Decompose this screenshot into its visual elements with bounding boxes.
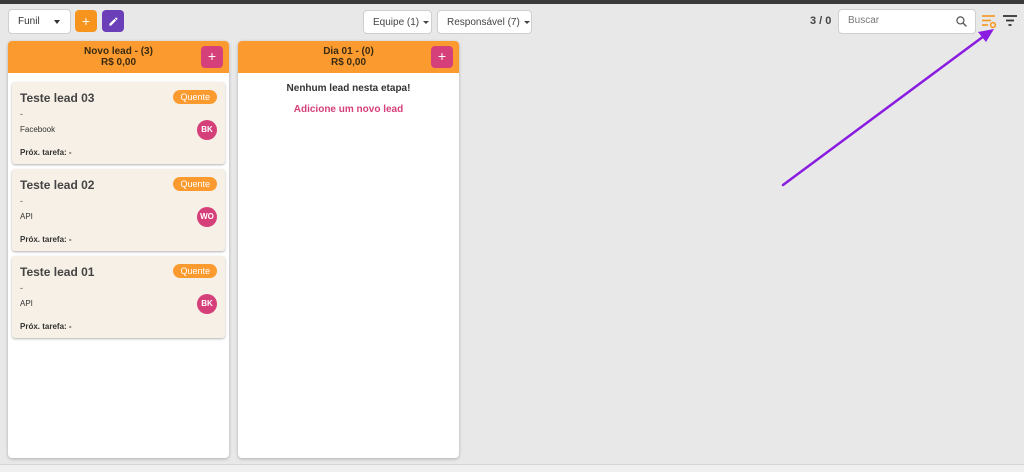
plus-icon: + <box>81 13 91 29</box>
column-amount: R$ 0,00 <box>100 57 137 68</box>
owner-filter-label: Responsável (7) <box>447 16 520 28</box>
next-task: Próx. tarefa: - <box>20 322 72 331</box>
kanban-column-dia-01: Dia 01 - (0) R$ 0,00 + Nenhum lead nesta… <box>238 41 459 458</box>
edit-funnel-button[interactable] <box>102 10 124 32</box>
search-icon[interactable] <box>955 15 968 28</box>
lead-counter: 3 / 0 <box>810 15 832 27</box>
empty-stage-message: Nenhum lead nesta etapa! <box>286 83 411 94</box>
caret-down-icon <box>423 20 430 24</box>
funnel-select-label: Funil <box>18 16 40 27</box>
search-input[interactable] <box>848 15 956 26</box>
lead-title: Teste lead 03 <box>20 91 95 105</box>
temperature-badge: Quente <box>173 177 217 191</box>
temperature-badge: Quente <box>173 264 217 278</box>
lead-source: API <box>20 212 33 221</box>
temperature-badge: Quente <box>173 90 217 104</box>
column-title: Novo lead - (3) <box>84 46 153 57</box>
avatar[interactable]: BK <box>197 120 217 140</box>
column-amount: R$ 0,00 <box>330 57 367 68</box>
next-task: Próx. tarefa: - <box>20 235 72 244</box>
lead-card[interactable]: Teste lead 02 Quente - API WO Próx. tare… <box>12 169 225 251</box>
funnel-select[interactable]: Funil <box>8 9 71 34</box>
window-top-strip <box>0 0 1024 4</box>
team-filter-dropdown[interactable]: Equipe (1) <box>363 10 432 34</box>
avatar[interactable]: BK <box>197 294 217 314</box>
add-new-lead-link[interactable]: Adicione um novo lead <box>238 104 459 115</box>
next-task: Próx. tarefa: - <box>20 148 72 157</box>
lead-source: Facebook <box>20 125 56 134</box>
add-lead-button[interactable]: + <box>201 46 223 68</box>
lead-title: Teste lead 01 <box>20 265 95 279</box>
caret-down-icon <box>54 20 60 24</box>
column-header: Novo lead - (3) R$ 0,00 + <box>8 41 229 73</box>
caret-down-icon <box>523 20 530 24</box>
team-filter-label: Equipe (1) <box>373 16 420 28</box>
filter-icon[interactable] <box>1003 15 1017 27</box>
avatar[interactable]: WO <box>197 207 217 227</box>
lead-title: Teste lead 02 <box>20 178 95 192</box>
lead-detail: - <box>20 283 23 293</box>
lead-card[interactable]: Teste lead 01 Quente - API BK Próx. tare… <box>12 256 225 338</box>
lead-source: API <box>20 299 33 308</box>
lead-detail: - <box>20 196 23 206</box>
column-header: Dia 01 - (0) R$ 0,00 + <box>238 41 459 73</box>
owner-filter-dropdown[interactable]: Responsável (7) <box>437 10 532 34</box>
kanban-column-novo-lead: Novo lead - (3) R$ 0,00 + Teste lead 03 … <box>8 41 229 458</box>
sort-settings-icon[interactable] <box>981 13 997 29</box>
add-funnel-button[interactable]: + <box>75 10 97 32</box>
pencil-icon <box>108 16 118 26</box>
lead-detail: - <box>20 109 23 119</box>
horizontal-scrollbar[interactable] <box>0 464 1024 472</box>
search-box[interactable] <box>838 9 976 34</box>
column-title: Dia 01 - (0) <box>323 46 374 57</box>
lead-card[interactable]: Teste lead 03 Quente - Facebook BK Próx.… <box>12 82 225 164</box>
add-lead-button[interactable]: + <box>431 46 453 68</box>
